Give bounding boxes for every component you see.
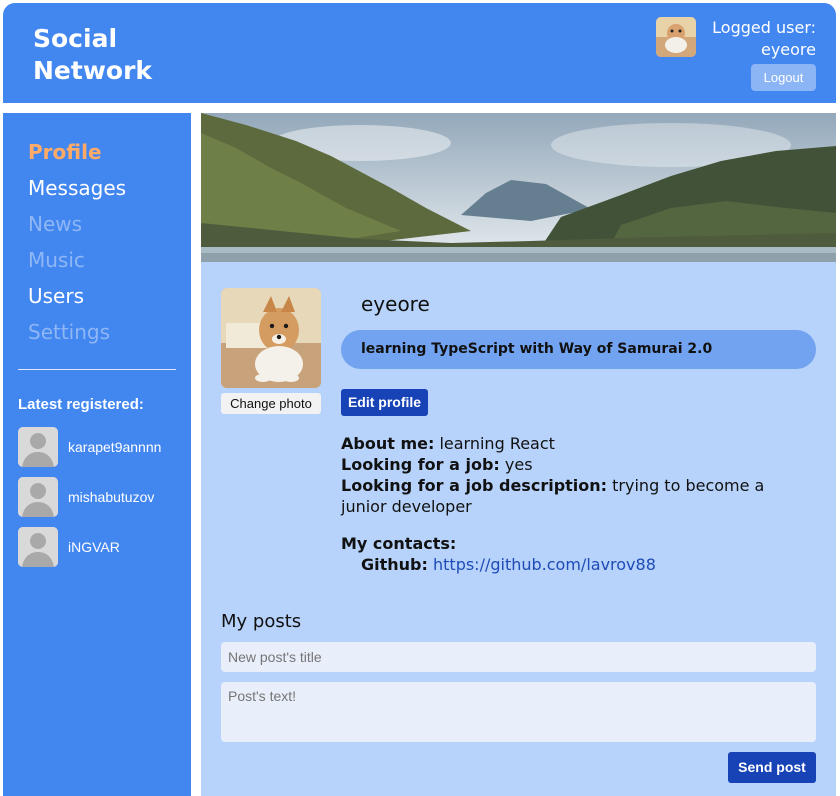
profile-photo	[221, 288, 321, 388]
latest-user-name: iNGVAR	[68, 539, 120, 555]
sidebar: Profile Messages News Music Users Settin…	[3, 113, 191, 796]
about-me-line: About me: learning React	[341, 433, 791, 454]
latest-user-item[interactable]: mishabutuzov	[18, 477, 188, 517]
login-block: Logged user: eyeore Logout	[656, 17, 816, 97]
dog-photo-icon	[221, 288, 321, 388]
latest-user-item[interactable]: iNGVAR	[18, 527, 188, 567]
sidebar-item-messages[interactable]: Messages	[28, 176, 126, 200]
looking-for-job-line: Looking for a job: yes	[341, 454, 791, 475]
contacts-label: My contacts:	[341, 534, 457, 553]
latest-registered-title: Latest registered:	[18, 396, 144, 413]
contacts-title: My contacts:	[341, 533, 791, 554]
logged-user-name: eyeore	[760, 40, 816, 59]
looking-for-job-label: Looking for a job:	[341, 455, 500, 474]
profile-name: eyeore	[361, 292, 430, 316]
dog-photo-icon	[656, 17, 696, 57]
default-user-icon	[18, 527, 58, 567]
latest-user-item[interactable]: karapet9annnn	[18, 427, 188, 467]
new-post-title-input[interactable]	[221, 642, 816, 672]
logged-user-label: Logged user:	[712, 18, 816, 37]
looking-for-job-value: yes	[504, 455, 533, 474]
user-avatar	[18, 527, 58, 567]
sidebar-item-settings[interactable]: Settings	[28, 320, 110, 344]
sidebar-item-news[interactable]: News	[28, 212, 82, 236]
logo-line-2: Network	[33, 56, 153, 85]
new-post-text-input[interactable]	[221, 682, 816, 742]
profile-status[interactable]: learning TypeScript with Way of Samurai …	[341, 330, 816, 369]
profile-banner	[201, 113, 836, 262]
latest-user-name: karapet9annnn	[68, 439, 162, 455]
sidebar-item-music[interactable]: Music	[28, 248, 85, 272]
logout-button[interactable]: Logout	[751, 64, 816, 91]
edit-profile-button[interactable]: Edit profile	[341, 389, 428, 416]
change-photo-button[interactable]: Change photo	[221, 393, 321, 414]
user-avatar	[18, 427, 58, 467]
header-avatar	[656, 17, 696, 57]
user-avatar	[18, 477, 58, 517]
sidebar-divider	[18, 369, 176, 370]
about-me-label: About me:	[341, 434, 435, 453]
about-me-value: learning React	[439, 434, 555, 453]
github-contact-line: Github: https://github.com/lavrov88	[361, 554, 811, 575]
job-description-line: Looking for a job description: trying to…	[341, 475, 791, 517]
app-header: Social Network Logged user: eyeore Logou…	[3, 3, 836, 103]
mountain-landscape-image	[201, 113, 836, 262]
my-posts-title: My posts	[221, 611, 302, 632]
github-link[interactable]: https://github.com/lavrov88	[433, 555, 656, 574]
default-user-icon	[18, 427, 58, 467]
profile-content: Change photo eyeore learning TypeScript …	[201, 113, 836, 796]
logo-line-1: Social	[33, 24, 118, 53]
default-user-icon	[18, 477, 58, 517]
sidebar-item-users[interactable]: Users	[28, 284, 84, 308]
latest-user-name: mishabutuzov	[68, 489, 155, 505]
app-logo[interactable]: Social Network	[33, 23, 173, 87]
logged-user-text: Logged user: eyeore	[712, 17, 816, 61]
github-label: Github:	[361, 555, 428, 574]
send-post-button[interactable]: Send post	[728, 752, 816, 783]
sidebar-item-profile[interactable]: Profile	[28, 140, 102, 164]
job-description-label: Looking for a job description:	[341, 476, 608, 495]
